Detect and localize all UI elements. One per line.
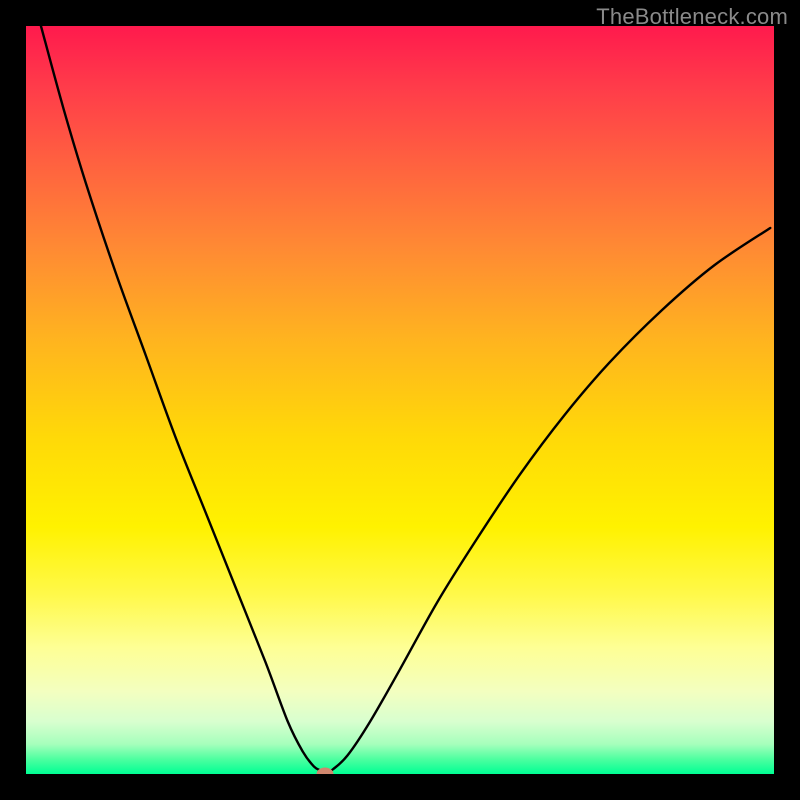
- chart-frame: TheBottleneck.com: [0, 0, 800, 800]
- plot-area: [26, 26, 774, 774]
- bottleneck-curve: [26, 26, 774, 774]
- optimal-point-marker: [317, 768, 334, 775]
- watermark-label: TheBottleneck.com: [596, 4, 788, 30]
